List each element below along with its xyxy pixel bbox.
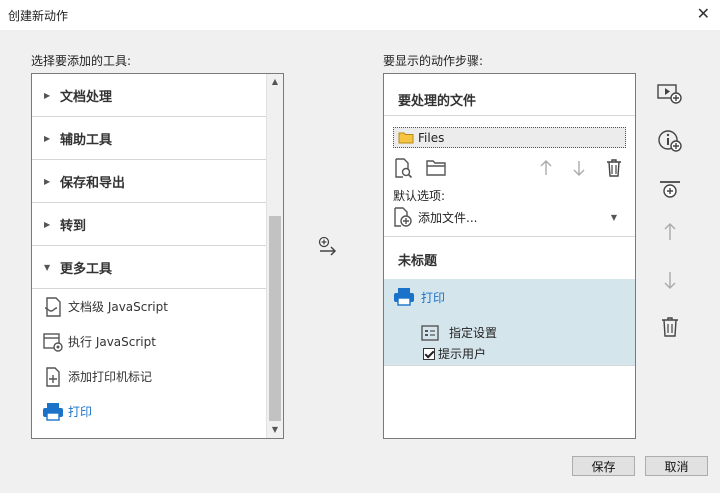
move-up-button[interactable]: [656, 218, 684, 246]
settings-sheet-icon: [421, 324, 439, 341]
delete-step-button[interactable]: [656, 313, 684, 341]
tool-execute-javascript[interactable]: 执行 JavaScript: [32, 324, 267, 359]
steps-panel: 要处理的文件 Files 默认选项: 添加文件... ▼ 未标题 打印 指定设置: [383, 73, 636, 439]
tools-scrollbar[interactable]: ▲ ▼: [266, 74, 283, 438]
tools-label: 选择要添加的工具:: [31, 54, 132, 68]
caret-right-icon: ▶: [44, 219, 51, 229]
add-file-icon: [394, 207, 412, 227]
caret-right-icon: ▶: [44, 176, 51, 186]
add-file-search-button[interactable]: [392, 157, 414, 179]
group-label: 转到: [60, 218, 87, 234]
group-label: 更多工具: [60, 261, 113, 277]
execute-script-icon: [40, 330, 66, 354]
group-label: 保存和导出: [60, 175, 126, 191]
add-folder-button[interactable]: [425, 157, 447, 179]
scroll-down-icon[interactable]: ▼: [267, 422, 283, 438]
divider: [384, 236, 635, 237]
files-item[interactable]: Files: [393, 127, 626, 148]
add-files-dropdown[interactable]: 添加文件... ▼: [392, 205, 625, 229]
tool-document-javascript[interactable]: 文档级 JavaScript: [32, 289, 267, 324]
checkbox-checked-icon[interactable]: [423, 347, 435, 360]
tool-label: 打印: [68, 405, 93, 419]
add-panel-separator-button[interactable]: [656, 176, 684, 204]
tool-label: 添加打印机标记: [68, 370, 153, 384]
document-script-icon: [40, 295, 66, 319]
cancel-button[interactable]: 取消: [645, 456, 708, 476]
tools-list: ▶ 文档处理 ▶ 辅助工具 ▶ 保存和导出 ▶ 转到 ▼ 更多工具 文档级 Ja…: [32, 74, 267, 438]
caret-right-icon: ▶: [44, 133, 51, 143]
save-button[interactable]: 保存: [572, 456, 635, 476]
add-to-steps-button[interactable]: [318, 236, 340, 258]
move-down-button[interactable]: [656, 266, 684, 294]
divider: [384, 115, 635, 116]
chevron-down-icon: ▼: [610, 212, 617, 222]
group-more-tools[interactable]: ▼ 更多工具: [32, 246, 267, 289]
add-menu-item-icon: [657, 84, 682, 104]
scroll-up-icon[interactable]: ▲: [267, 74, 283, 90]
trash-icon: [662, 317, 678, 337]
arrow-down-icon: [573, 161, 585, 176]
tools-panel: ▶ 文档处理 ▶ 辅助工具 ▶ 保存和导出 ▶ 转到 ▼ 更多工具 文档级 Ja…: [31, 73, 284, 439]
print-step[interactable]: 打印 指定设置 提示用户: [384, 279, 635, 365]
printer-icon: [394, 288, 414, 306]
divider: [384, 365, 635, 366]
files-label: Files: [418, 130, 445, 145]
print-step-label: 打印: [421, 290, 446, 305]
move-up-file-button[interactable]: [535, 157, 557, 179]
files-section-title: 要处理的文件: [398, 94, 477, 109]
title-bar: 创建新动作 ✕: [0, 0, 720, 30]
arrow-down-icon: [664, 272, 676, 289]
scrollbar-thumb[interactable]: [269, 216, 281, 421]
file-search-icon: [395, 158, 413, 179]
steps-label: 要显示的动作步骤:: [383, 54, 484, 68]
group-label: 辅助工具: [60, 132, 113, 148]
untitled-section-title: 未标题: [398, 254, 438, 269]
arrow-up-icon: [664, 223, 676, 240]
caret-right-icon: ▶: [44, 90, 51, 100]
add-instruction-button[interactable]: [656, 127, 684, 155]
specify-settings-label: 指定设置: [449, 326, 498, 340]
specify-settings-button[interactable]: 指定设置: [421, 324, 497, 341]
tool-print[interactable]: 打印: [32, 394, 267, 429]
add-menu-item-button[interactable]: [656, 80, 684, 108]
folder-icon: [398, 132, 414, 144]
separator-add-icon: [660, 181, 680, 198]
arrow-up-icon: [540, 160, 552, 175]
tool-label: 文档级 JavaScript: [68, 300, 168, 314]
prompt-user-checkbox[interactable]: 提示用户: [423, 345, 486, 362]
tool-add-printer-marks[interactable]: 添加打印机标记: [32, 359, 267, 394]
group-document-processing[interactable]: ▶ 文档处理: [32, 74, 267, 117]
printer-marks-icon: [40, 365, 66, 389]
group-goto[interactable]: ▶ 转到: [32, 203, 267, 246]
trash-icon: [607, 159, 621, 177]
arrow-right-add-icon: [318, 236, 337, 256]
default-options-label: 默认选项:: [393, 189, 446, 203]
prompt-user-label: 提示用户: [438, 347, 487, 361]
group-label: 文档处理: [60, 89, 113, 105]
add-files-label: 添加文件...: [418, 210, 478, 225]
caret-down-icon: ▼: [44, 262, 51, 272]
printer-icon: [40, 400, 66, 424]
info-add-icon: [658, 130, 682, 152]
group-save-export[interactable]: ▶ 保存和导出: [32, 160, 267, 203]
tool-label: 执行 JavaScript: [68, 335, 156, 349]
group-accessibility[interactable]: ▶ 辅助工具: [32, 117, 267, 160]
move-down-file-button[interactable]: [568, 157, 590, 179]
delete-file-button[interactable]: [603, 157, 625, 179]
window-title: 创建新动作: [8, 9, 69, 23]
folder-outline-icon: [426, 160, 446, 176]
close-icon[interactable]: ✕: [697, 4, 710, 23]
